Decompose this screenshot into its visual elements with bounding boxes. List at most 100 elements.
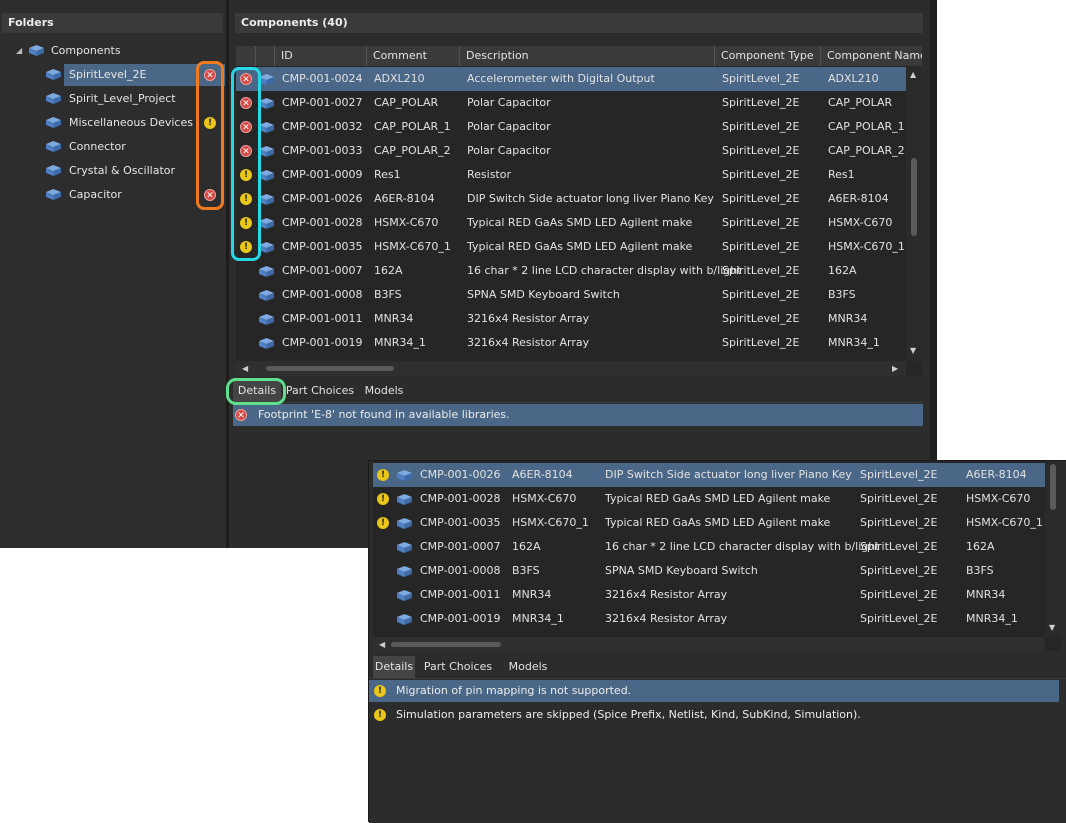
cell-type: SpiritLevel_2E xyxy=(860,564,938,577)
tab-details[interactable]: Details xyxy=(373,656,415,678)
tree-root-components[interactable]: ◢ Components xyxy=(0,40,226,62)
scroll-left-icon[interactable]: ◀ xyxy=(242,364,248,373)
error-icon: ✕ xyxy=(204,189,216,201)
message-row[interactable]: ✕ Footprint 'E-8' not found in available… xyxy=(233,404,923,426)
table-row[interactable]: ! CMP-001-0026 A6ER-8104 DIP Switch Side ac… xyxy=(373,463,1045,487)
column-header-id[interactable]: ID xyxy=(275,46,367,66)
folder-item[interactable]: Connector xyxy=(0,136,226,158)
table-row[interactable]: CMP-001-0008 B3FS SPNA SMD Keyboard Switch… xyxy=(373,559,1045,583)
folder-item[interactable]: Miscellaneous Devices! xyxy=(0,112,226,134)
cell-id: CMP-001-0035 xyxy=(282,240,363,253)
icon-column-header[interactable] xyxy=(256,46,275,66)
component-cube-icon xyxy=(259,122,274,133)
table-row[interactable]: ! CMP-001-0028 HSMX-C670 Typical RED GaAs S… xyxy=(373,487,1045,511)
table-row[interactable]: CMP-001-0008 B3FS SPNA SMD Keyboard Switch… xyxy=(236,283,906,307)
scroll-down-icon[interactable]: ▼ xyxy=(910,346,916,355)
tab-part-choices[interactable]: Part Choices xyxy=(284,380,356,402)
tab-details[interactable]: Details xyxy=(233,380,281,402)
error-icon: ✕ xyxy=(240,121,252,133)
table-row[interactable]: ! CMP-001-0035 HSMX-C670_1 Typical RED GaAs… xyxy=(373,511,1045,535)
scrollbar-thumb[interactable] xyxy=(911,158,917,236)
table-row[interactable]: ✕ CMP-001-0033 CAP_POLAR_2 Polar Capacitor S… xyxy=(236,139,906,163)
inset-panel: ! CMP-001-0026 A6ER-8104 DIP Switch Side ac… xyxy=(368,460,1066,823)
cell-id: CMP-001-0019 xyxy=(420,612,501,625)
table-row[interactable]: CMP-001-0007 162A 16 char * 2 line LCD cha… xyxy=(373,535,1045,559)
cell-comment: HSMX-C670_1 xyxy=(512,516,589,529)
folder-item[interactable]: SpiritLevel_2E ✕ xyxy=(46,64,225,86)
scroll-down-icon[interactable]: ▼ xyxy=(1049,623,1055,632)
cell-name: A6ER-8104 xyxy=(828,192,889,205)
details-tab-bar: Details Part Choices Models xyxy=(233,380,923,402)
table-row[interactable]: ! CMP-001-0026 A6ER-8104 DIP Switch Side ac… xyxy=(236,187,906,211)
scrollbar-thumb[interactable] xyxy=(391,642,501,647)
status-column-header[interactable] xyxy=(236,46,256,66)
scrollbar-thumb[interactable] xyxy=(1050,464,1056,510)
component-cube-icon xyxy=(46,69,61,80)
cell-comment: MNR34 xyxy=(512,588,552,601)
table-row[interactable]: ! CMP-001-0035 HSMX-C670_1 Typical RED GaAs… xyxy=(236,235,906,259)
cell-comment: 162A xyxy=(374,264,403,277)
cell-comment: Res1 xyxy=(374,168,401,181)
tab-models[interactable]: Models xyxy=(499,656,557,678)
column-header-component-name[interactable]: Component Name xyxy=(821,46,922,66)
table-row[interactable]: ! CMP-001-0028 HSMX-C670 Typical RED GaAs S… xyxy=(236,211,906,235)
horizontal-scrollbar[interactable]: ◀ ▶ xyxy=(236,361,906,376)
message-row[interactable]: ! Simulation parameters are skipped (Spi… xyxy=(369,704,1059,726)
table-row[interactable]: ! CMP-001-0009 Res1 Resistor SpiritLevel_2E R… xyxy=(236,163,906,187)
cell-description: 3216x4 Resistor Array xyxy=(605,612,728,625)
table-row[interactable]: CMP-001-0019 MNR34_1 3216x4 Resistor Array… xyxy=(373,607,1045,631)
cell-type: SpiritLevel_2E xyxy=(722,144,800,157)
table-row[interactable]: ✕ CMP-001-0032 CAP_POLAR_1 Polar Capacitor S… xyxy=(236,115,906,139)
column-header-component-type[interactable]: Component Type xyxy=(715,46,821,66)
cell-comment: MNR34_1 xyxy=(374,336,426,349)
vertical-scrollbar[interactable]: ▲ ▼ xyxy=(906,66,922,361)
table-row[interactable]: CMP-001-0019 MNR34_1 3216x4 Resistor Array… xyxy=(236,331,906,355)
folder-item[interactable]: Spirit_Level_Project xyxy=(0,88,226,110)
scroll-right-icon[interactable]: ▶ xyxy=(892,364,898,373)
column-header-description[interactable]: Description xyxy=(460,46,715,66)
tab-part-choices[interactable]: Part Choices xyxy=(417,656,499,678)
expand-arrow-icon[interactable]: ◢ xyxy=(16,40,26,62)
tab-models[interactable]: Models xyxy=(359,380,409,402)
component-cube-icon xyxy=(46,189,61,200)
table-row[interactable]: CMP-001-0007 162A 16 char * 2 line LCD cha… xyxy=(236,259,906,283)
component-cube-icon xyxy=(259,290,274,301)
cell-type: SpiritLevel_2E xyxy=(722,168,800,181)
cell-description: Typical RED GaAs SMD LED Agilent make xyxy=(605,492,831,505)
cell-comment: HSMX-C670 xyxy=(374,216,439,229)
cell-type: SpiritLevel_2E xyxy=(722,288,800,301)
cell-description: 3216x4 Resistor Array xyxy=(467,336,590,349)
component-cube-icon xyxy=(46,141,61,152)
cell-name: A6ER-8104 xyxy=(966,468,1027,481)
cell-type: SpiritLevel_2E xyxy=(722,240,800,253)
table-row[interactable]: ✕ CMP-001-0024 ADXL210 Accelerometer with D… xyxy=(236,67,906,91)
scrollbar-thumb[interactable] xyxy=(266,366,394,371)
component-cube-icon xyxy=(259,98,274,109)
inset-components-grid: ! CMP-001-0026 A6ER-8104 DIP Switch Side ac… xyxy=(373,461,1061,651)
table-row[interactable]: CMP-001-0011 MNR34 3216x4 Resistor Array Sp… xyxy=(236,307,906,331)
cell-type: SpiritLevel_2E xyxy=(722,216,800,229)
cell-id: CMP-001-0027 xyxy=(282,96,363,109)
inset-vertical-scrollbar[interactable]: ▼ xyxy=(1045,461,1061,637)
message-row[interactable]: ! Migration of pin mapping is not suppor… xyxy=(369,680,1059,702)
table-row[interactable]: ✕ CMP-001-0027 CAP_POLAR Polar Capacitor Spi… xyxy=(236,91,906,115)
column-header-comment[interactable]: Comment xyxy=(367,46,460,66)
grid-header: ID Comment Description Component Type Co… xyxy=(236,46,922,66)
inset-horizontal-scrollbar[interactable]: ◀ xyxy=(373,637,1045,651)
scroll-left-icon[interactable]: ◀ xyxy=(379,640,385,649)
cell-description: 3216x4 Resistor Array xyxy=(605,588,728,601)
folder-item-label: Spirit_Level_Project xyxy=(69,92,176,105)
cell-id: CMP-001-0026 xyxy=(282,192,363,205)
warning-icon: ! xyxy=(377,469,389,481)
tree-root-label: Components xyxy=(51,44,121,57)
scroll-up-icon[interactable]: ▲ xyxy=(910,70,916,79)
folder-item[interactable]: Capacitor ✕ xyxy=(0,184,226,206)
cell-description: SPNA SMD Keyboard Switch xyxy=(605,564,758,577)
components-header: Components (40) xyxy=(235,13,923,33)
cell-description: 16 char * 2 line LCD character display w… xyxy=(467,264,742,277)
cell-description: Typical RED GaAs SMD LED Agilent make xyxy=(467,216,693,229)
folder-item[interactable]: Crystal & Oscillator xyxy=(0,160,226,182)
cell-name: 162A xyxy=(966,540,995,553)
table-row[interactable]: CMP-001-0011 MNR34 3216x4 Resistor Array Sp… xyxy=(373,583,1045,607)
component-cube-icon xyxy=(259,314,274,325)
